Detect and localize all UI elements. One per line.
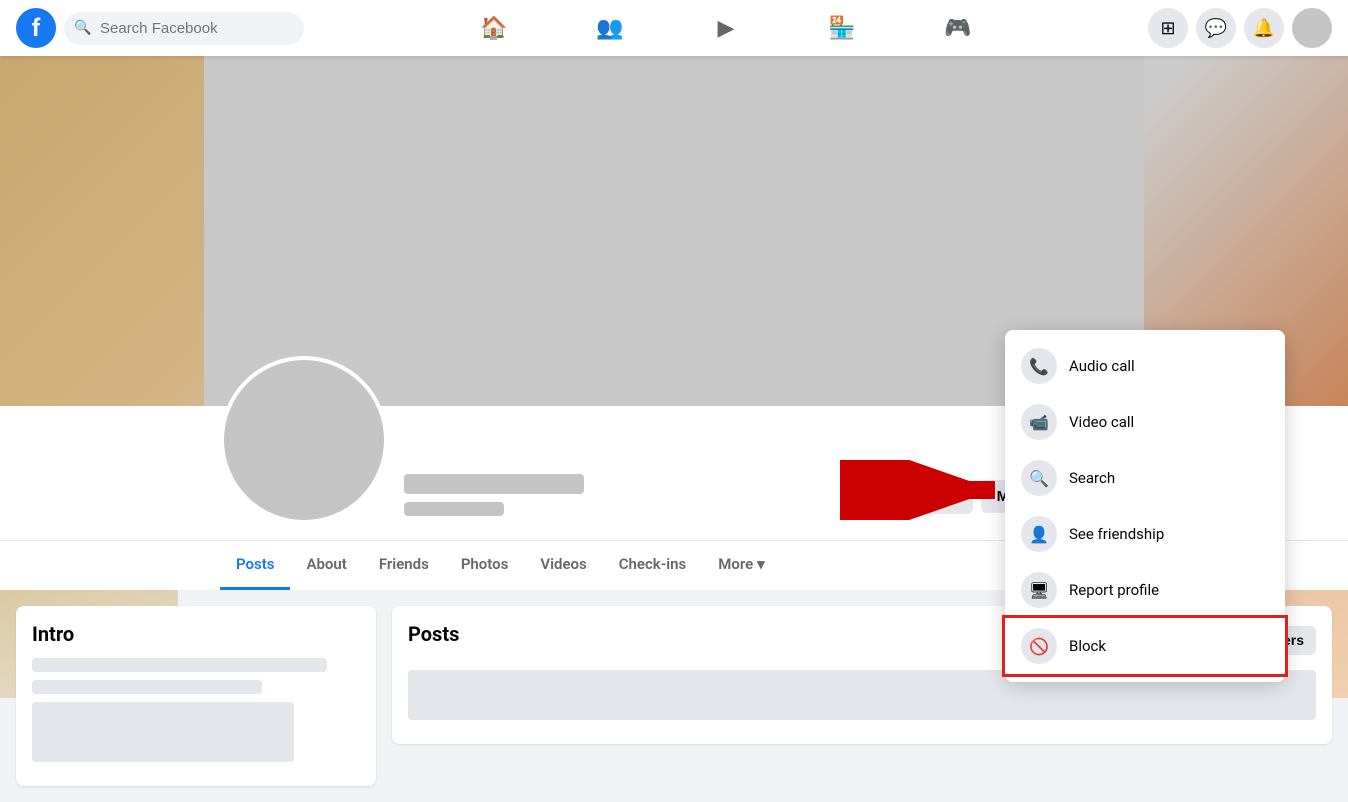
report-profile-icon: 🖥 xyxy=(1021,572,1057,608)
dropdown-block[interactable]: 🚫 Block xyxy=(1005,618,1285,674)
dropdown-report-profile[interactable]: 🖥 Report profile xyxy=(1005,562,1285,618)
chevron-down-icon: ▾ xyxy=(757,555,765,573)
messenger-icon: 💬 xyxy=(1205,18,1227,39)
intro-placeholder-1 xyxy=(32,658,327,672)
search-label: Search xyxy=(1069,469,1115,487)
tab-videos[interactable]: Videos xyxy=(524,541,602,590)
block-label: Block xyxy=(1069,637,1106,655)
topnav-center: 🏠 👥 ▶ 🏪 🎮 xyxy=(438,4,1014,52)
intro-col: Intro xyxy=(16,606,376,786)
notifications-button[interactable]: 🔔 xyxy=(1244,8,1284,48)
intro-placeholder-3 xyxy=(32,702,294,762)
dropdown-search[interactable]: 🔍 Search xyxy=(1005,450,1285,506)
tab-checkins[interactable]: Check-ins xyxy=(603,541,702,590)
audio-call-label: Audio call xyxy=(1069,357,1135,375)
block-icon: 🚫 xyxy=(1021,628,1057,664)
gaming-icon: 🎮 xyxy=(944,15,971,41)
video-call-icon: 📹 xyxy=(1021,404,1057,440)
see-friendship-icon: 👤 xyxy=(1021,516,1057,552)
user-avatar[interactable] xyxy=(1292,8,1332,48)
report-profile-label: Report profile xyxy=(1069,581,1159,599)
home-nav-button[interactable]: 🏠 xyxy=(438,4,550,52)
topnav: f 🔍 🏠 👥 ▶ 🏪 🎮 ⊞ 💬 🔔 xyxy=(0,0,1348,56)
profile-info xyxy=(404,474,870,524)
tab-more-label: More xyxy=(718,555,753,573)
see-friendship-label: See friendship xyxy=(1069,525,1164,543)
intro-card: Intro xyxy=(16,606,376,786)
tab-about[interactable]: About xyxy=(290,541,362,590)
watch-icon: ▶ xyxy=(718,15,735,41)
grid-button[interactable]: ⊞ xyxy=(1148,8,1188,48)
marketplace-icon: 🏪 xyxy=(828,15,855,41)
intro-title: Intro xyxy=(32,622,360,646)
gaming-nav-button[interactable]: 🎮 xyxy=(902,4,1014,52)
search-wrap: 🔍 xyxy=(64,12,304,45)
home-icon: 🏠 xyxy=(480,15,507,41)
fb-logo-text: f xyxy=(32,14,41,42)
topnav-right: ⊞ 💬 🔔 xyxy=(1148,8,1332,48)
tab-photos[interactable]: Photos xyxy=(445,541,525,590)
marketplace-nav-button[interactable]: 🏪 xyxy=(786,4,898,52)
cover-photo xyxy=(204,56,1144,406)
dropdown-audio-call[interactable]: 📞 Audio call xyxy=(1005,338,1285,394)
watch-nav-button[interactable]: ▶ xyxy=(670,4,782,52)
tab-more[interactable]: More ▾ xyxy=(702,541,780,590)
fb-logo[interactable]: f xyxy=(16,8,56,48)
topnav-left: f 🔍 xyxy=(16,8,304,48)
profile-tabs: Posts About Friends Photos Videos Check-… xyxy=(204,541,1144,590)
search-dropdown-icon: 🔍 xyxy=(1021,460,1057,496)
red-arrow-indicator xyxy=(840,460,1020,520)
friends-nav-button[interactable]: 👥 xyxy=(554,4,666,52)
cover-photo-inner xyxy=(204,56,1144,406)
profile-avatar xyxy=(220,356,388,524)
dropdown-video-call[interactable]: 📹 Video call xyxy=(1005,394,1285,450)
intro-placeholder-2 xyxy=(32,680,262,694)
profile-name-placeholder xyxy=(404,474,584,494)
grid-icon: ⊞ xyxy=(1160,18,1175,39)
dropdown-see-friendship[interactable]: 👤 See friendship xyxy=(1005,506,1285,562)
friends-icon: 👥 xyxy=(596,15,623,41)
profile-subinfo-placeholder xyxy=(404,502,504,516)
audio-call-icon: 📞 xyxy=(1021,348,1057,384)
tab-posts[interactable]: Posts xyxy=(220,541,290,590)
tab-friends[interactable]: Friends xyxy=(363,541,445,590)
search-input[interactable] xyxy=(64,12,304,45)
video-call-label: Video call xyxy=(1069,413,1134,431)
search-icon: 🔍 xyxy=(74,20,91,36)
posts-title: Posts xyxy=(408,622,459,646)
bell-icon: 🔔 xyxy=(1253,18,1275,39)
dropdown-menu: 📞 Audio call 📹 Video call 🔍 Search 👤 See… xyxy=(1005,330,1285,682)
messenger-button[interactable]: 💬 xyxy=(1196,8,1236,48)
